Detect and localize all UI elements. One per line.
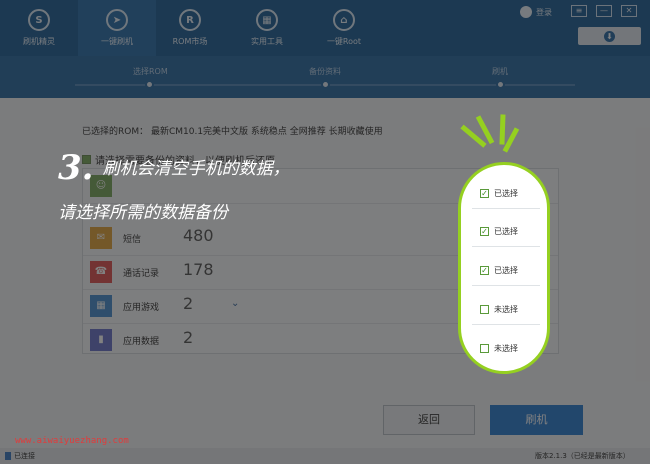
divider <box>472 208 540 209</box>
phone-status-icon <box>5 452 11 460</box>
status-bar: 已连接 版本2.1.3（已经是最新版本） <box>0 448 650 464</box>
step-backup: 备份资料 <box>309 67 341 76</box>
connection-status: 已连接 <box>5 451 35 461</box>
sms-icon: ✉ <box>90 227 112 249</box>
chevron-down-icon[interactable]: ⌄ <box>231 298 239 309</box>
step-dot-1 <box>145 80 154 89</box>
callout-item[interactable]: ✓ 已选择 <box>480 265 518 276</box>
minimize-button[interactable]: — <box>596 5 612 17</box>
nav-label: 一键Root <box>326 37 362 46</box>
step-dot-3 <box>496 80 505 89</box>
callout-label: 已选择 <box>494 227 518 236</box>
apps-icon: ▦ <box>90 295 112 317</box>
row-label: 通话记录 <box>123 269 160 279</box>
login-label: 登录 <box>536 7 552 17</box>
divider <box>472 324 540 325</box>
row-label: 短信 <box>123 235 142 245</box>
step-dot-2 <box>321 80 330 89</box>
selected-rom-text: 已选择的ROM： 最新CM10.1完美中文版 系统稳点 全网推荐 长期收藏使用 <box>82 127 383 137</box>
top-nav-bar: S 刷机精灵 ➤ 一键刷机 R ROM市场 ▦ 实用工具 ⌂ 一键Root 登录… <box>0 0 650 56</box>
tools-icon: ▦ <box>256 9 278 31</box>
nav-label: 一键刷机 <box>101 37 133 46</box>
callout-label: 未选择 <box>494 344 518 353</box>
divider <box>472 285 540 286</box>
divider <box>472 246 540 247</box>
nav-item-rom-market[interactable]: R ROM市场 <box>151 0 229 56</box>
user-icon <box>520 6 532 18</box>
annotation-text-1: 刷机会清空手机的数据， <box>102 159 290 179</box>
nav-item-tools[interactable]: ▦ 实用工具 <box>228 0 306 56</box>
rom-icon: R <box>179 9 201 31</box>
annotation-line-1: 3. 刷机会清空手机的数据， <box>58 148 290 188</box>
root-icon: ⌂ <box>333 9 355 31</box>
flash-button[interactable]: 刷机 <box>490 405 583 435</box>
annotation-line-2: 请选择所需的数据备份 <box>58 203 228 223</box>
download-button[interactable]: ⬇ <box>578 27 641 45</box>
checkbox-icon: ✓ <box>480 227 489 236</box>
nav-item-one-click-root[interactable]: ⌂ 一键Root <box>305 0 383 56</box>
steps-bar: 选择ROM 备份资料 刷机 <box>0 56 650 98</box>
step-select-rom: 选择ROM <box>133 67 168 76</box>
settings-menu-button[interactable]: ≡ <box>571 5 587 17</box>
phone-icon: ☎ <box>90 261 112 283</box>
login-link[interactable]: 登录 <box>520 6 552 18</box>
annotation-number: 3. <box>58 148 94 188</box>
nav-label: 实用工具 <box>251 37 283 46</box>
status-left-text: 已连接 <box>14 452 35 460</box>
shield-logo-icon: S <box>28 9 50 31</box>
watermark: www.aiwaiyuezhang.com <box>15 436 129 446</box>
callout-label: 已选择 <box>494 266 518 275</box>
nav-item-one-click-flash[interactable]: ➤ 一键刷机 <box>78 0 156 56</box>
chart-icon: ▮ <box>90 329 112 351</box>
callout-item[interactable]: ✓ 已选择 <box>480 226 518 237</box>
checkbox-icon <box>480 344 489 353</box>
row-count: 2 <box>183 294 194 313</box>
nav-label: 刷机精灵 <box>23 37 55 46</box>
nav-item-flash-genie[interactable]: S 刷机精灵 <box>0 0 78 56</box>
checkbox-icon <box>480 305 489 314</box>
callout-label: 已选择 <box>494 189 518 198</box>
row-count: 480 <box>183 226 214 245</box>
version-text: 版本2.1.3（已经是最新版本） <box>535 452 630 460</box>
row-label: 应用游戏 <box>123 303 160 313</box>
checkbox-icon: ✓ <box>480 266 489 275</box>
close-button[interactable]: ✕ <box>621 5 637 17</box>
row-label: 应用数据 <box>123 337 160 347</box>
nav-label: ROM市场 <box>172 37 208 46</box>
callout-item[interactable]: ✓ 已选择 <box>480 188 518 199</box>
callout-item[interactable]: 未选择 <box>480 304 518 315</box>
callout-label: 未选择 <box>494 305 518 314</box>
cursor-icon: ➤ <box>106 9 128 31</box>
callout-item[interactable]: 未选择 <box>480 343 518 354</box>
download-icon: ⬇ <box>604 30 615 42</box>
row-count: 178 <box>183 260 214 279</box>
checkbox-icon: ✓ <box>480 189 489 198</box>
back-button[interactable]: 返回 <box>383 405 475 435</box>
highlight-ray <box>499 114 506 145</box>
row-count: 2 <box>183 328 194 347</box>
step-flash: 刷机 <box>492 67 508 76</box>
